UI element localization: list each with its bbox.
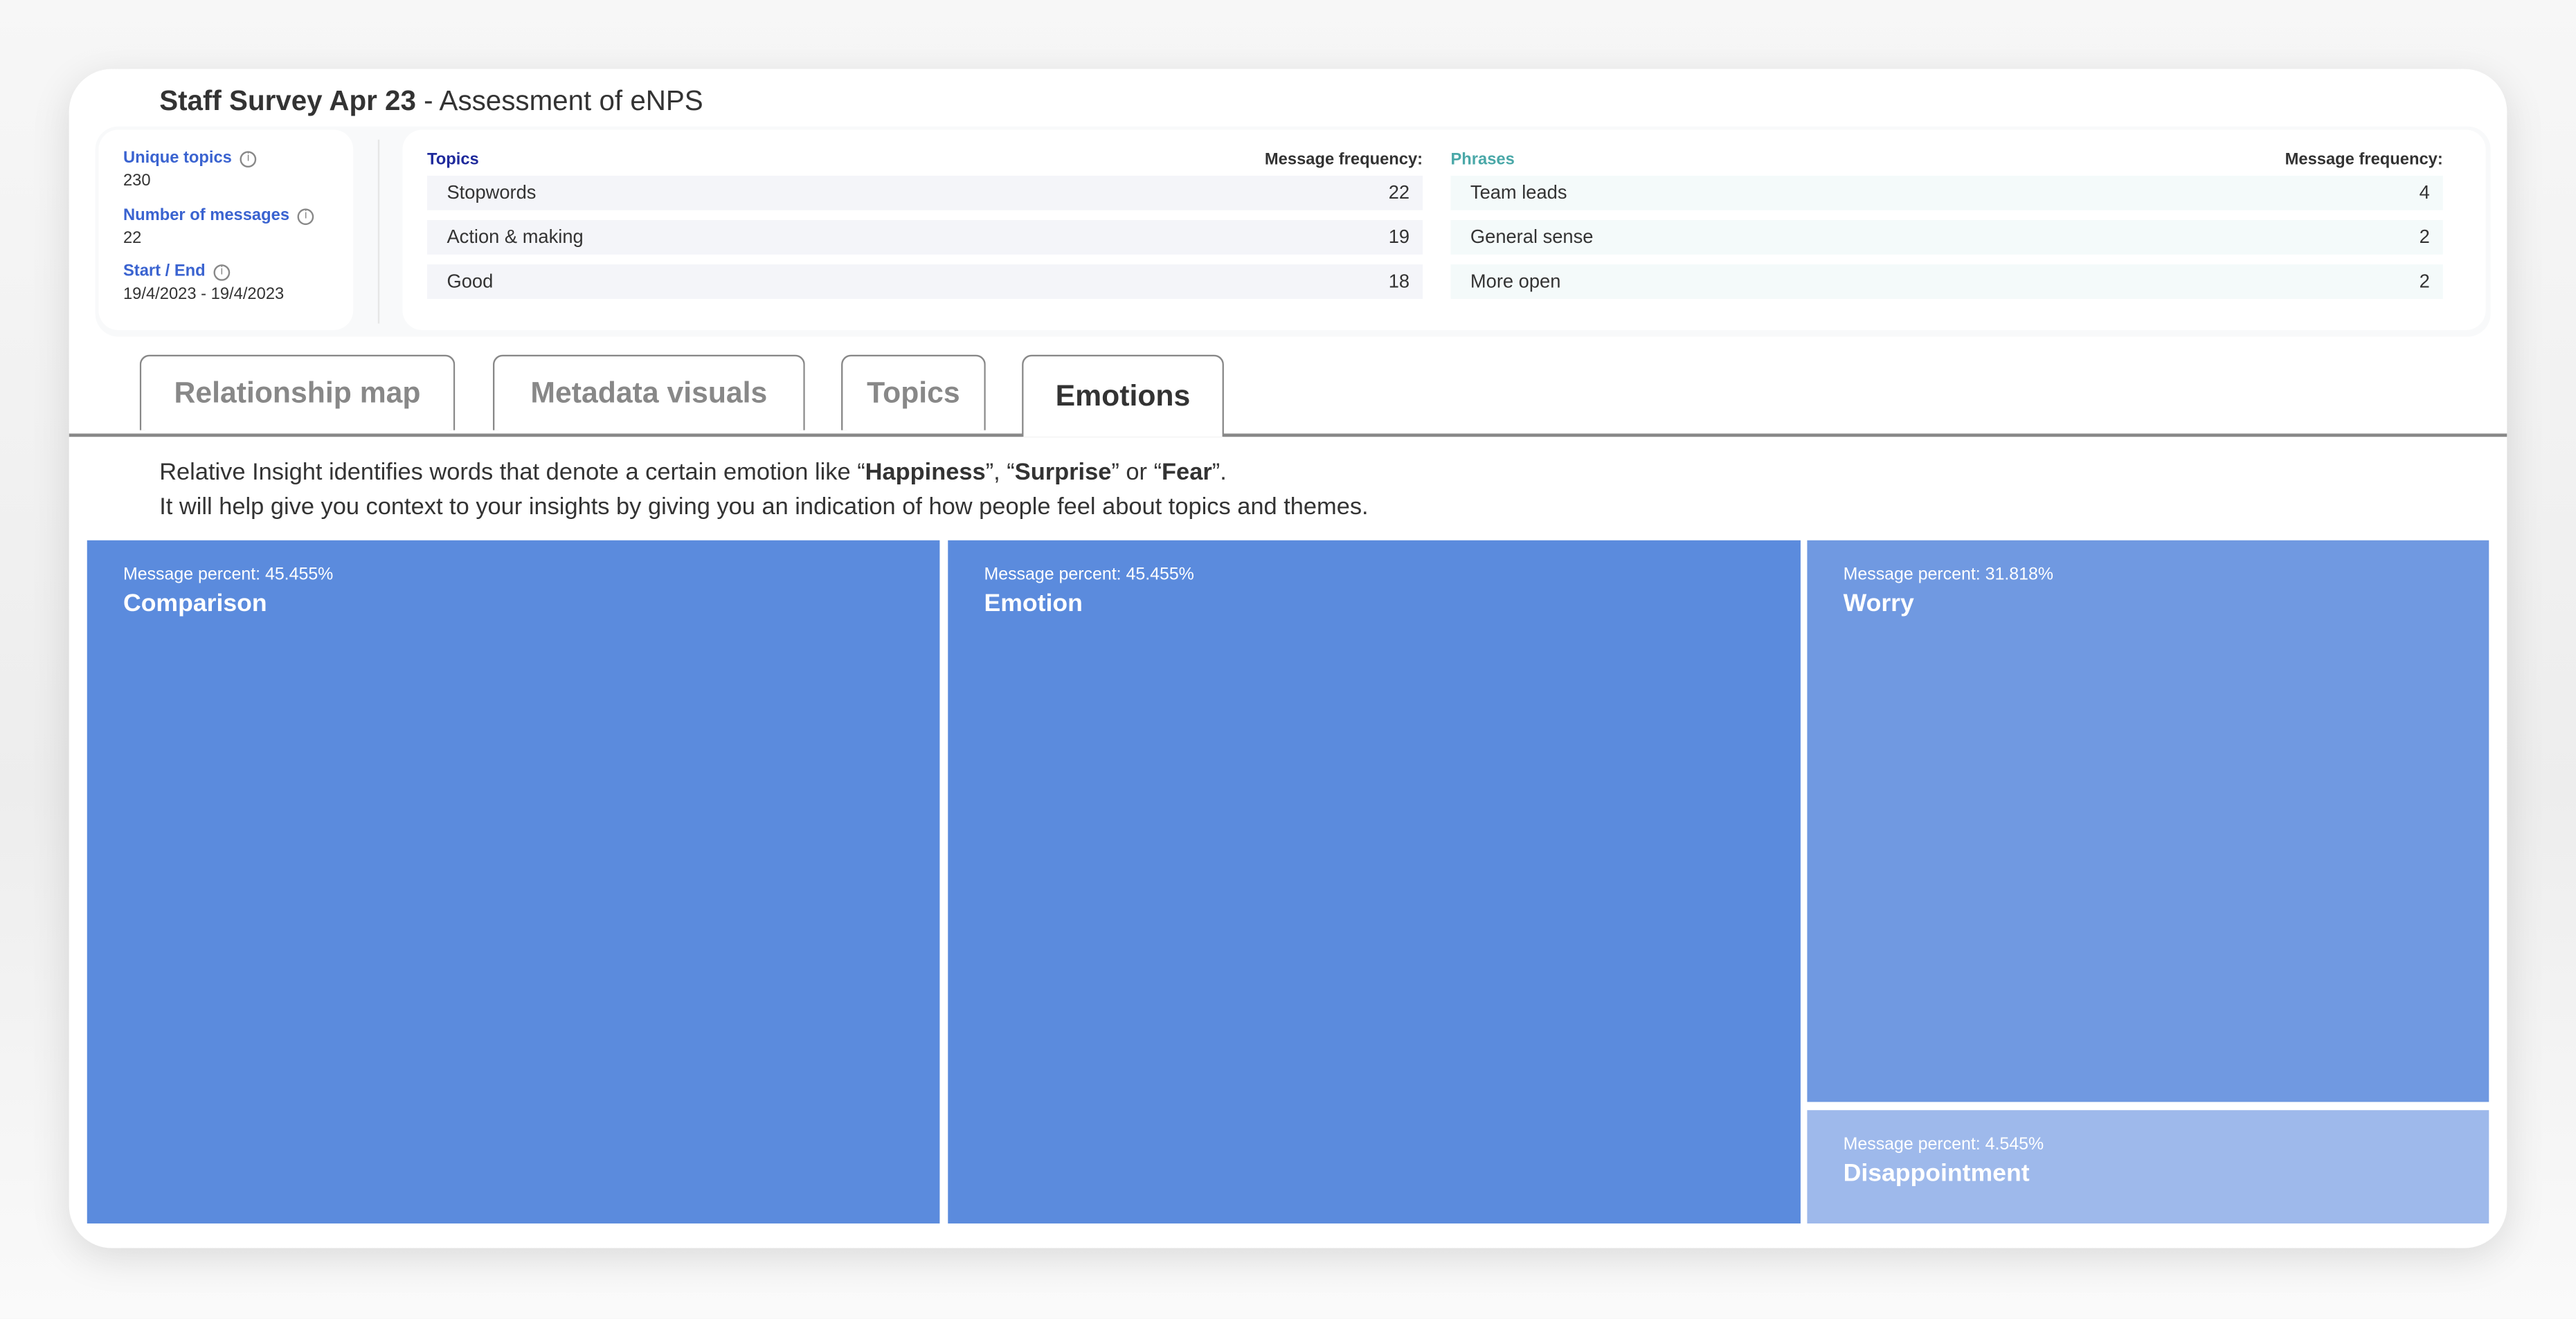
tab-metadata-visuals[interactable]: Metadata visuals [492, 354, 805, 430]
treemap-tile-emotion[interactable]: Message percent: 45.455% Emotion [948, 540, 1801, 1224]
phrases-table: Phrases Message frequency: Team leads 4 Ge… [1450, 129, 2443, 309]
emotions-description: Relative Insight identifies words that d… [159, 460, 1369, 521]
tab-topics[interactable]: Topics [841, 354, 986, 430]
info-icon[interactable]: i [213, 263, 231, 280]
phrase-row[interactable]: More open 2 [1450, 264, 2443, 299]
frequency-tables: Topics Message frequency: Stopwords 22 Act… [402, 129, 2486, 330]
info-icon[interactable]: i [240, 150, 257, 167]
info-icon[interactable]: i [297, 208, 314, 224]
topic-row[interactable]: Good 18 [427, 264, 1423, 299]
summary-panel: Unique topics i 230 Number of messages i 2… [95, 126, 2491, 337]
stats-box: Unique topics i 230 Number of messages i 2… [98, 129, 354, 330]
treemap-tile-disappointment[interactable]: Message percent: 4.545% Disappointment [1807, 1110, 2489, 1224]
stat-start-end: Start / End i 19/4/2023 - 19/4/2023 [123, 262, 285, 304]
tab-relationship-map[interactable]: Relationship map [139, 354, 456, 430]
report-card: Staff Survey Apr 23 - Assessment of eNPS… [69, 69, 2507, 1248]
treemap-tile-worry[interactable]: Message percent: 31.818% Worry [1807, 540, 2489, 1102]
topic-row[interactable]: Action & making 19 [427, 219, 1423, 255]
topic-row[interactable]: Stopwords 22 [427, 175, 1423, 210]
stat-unique-topics: Unique topics i 230 [123, 149, 257, 190]
treemap-tile-comparison[interactable]: Message percent: 45.455% Comparison [87, 540, 940, 1224]
stat-number-of-messages: Number of messages i 22 [123, 207, 314, 248]
page-title: Staff Survey Apr 23 - Assessment of eNPS [159, 85, 703, 117]
topics-table: Topics Message frequency: Stopwords 22 Act… [427, 129, 1423, 309]
phrase-row[interactable]: Team leads 4 [1450, 175, 2443, 210]
tab-bar: Relationship map Metadata visuals Topics… [69, 354, 2507, 437]
tab-emotions[interactable]: Emotions [1022, 354, 1224, 437]
phrase-row[interactable]: General sense 2 [1450, 219, 2443, 255]
divider [377, 139, 380, 324]
